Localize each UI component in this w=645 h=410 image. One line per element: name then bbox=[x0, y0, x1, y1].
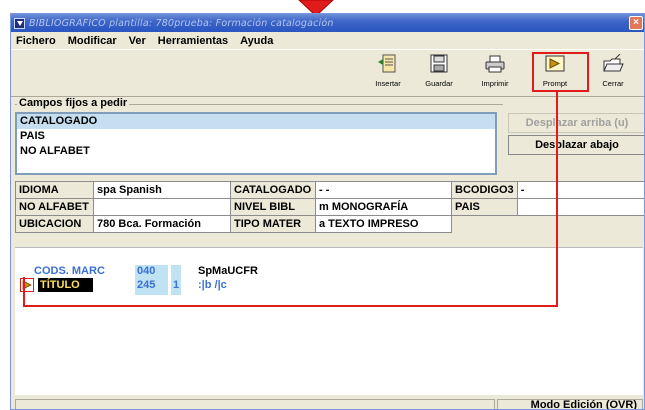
marc-tag[interactable]: 245 bbox=[137, 279, 155, 291]
field-value[interactable]: spa Spanish bbox=[93, 181, 231, 199]
field-value[interactable]: - bbox=[516, 181, 644, 199]
field-value[interactable] bbox=[93, 198, 231, 216]
table-row: UBICACION 780 Bca. Formación TIPO MATER … bbox=[15, 215, 645, 233]
insert-button[interactable]: Insertar bbox=[366, 52, 410, 94]
field-label: TIPO MATER bbox=[230, 215, 316, 233]
field-value[interactable]: - - bbox=[315, 181, 452, 199]
list-item[interactable]: NO ALFABET bbox=[17, 144, 495, 159]
close-button[interactable]: Cerrar bbox=[591, 52, 635, 94]
close-folder-icon bbox=[603, 53, 624, 72]
menu-ver[interactable]: Ver bbox=[129, 35, 146, 47]
title-bar: BIBLIOGRAFICO plantilla: 780prueba: Form… bbox=[11, 14, 644, 32]
table-row: IDIOMA spa Spanish CATALOGADO - - BCODIG… bbox=[15, 181, 644, 199]
menu-bar: Fichero Modificar Ver Herramientas Ayuda bbox=[11, 32, 644, 49]
status-mode: Modo Edición (OVR) bbox=[530, 399, 637, 410]
list-item[interactable]: CATALOGADO bbox=[17, 114, 495, 129]
save-button[interactable]: Guardar bbox=[417, 52, 461, 94]
insert-icon bbox=[378, 54, 396, 73]
campos-list[interactable]: CATALOGADO PAIS NO ALFABET bbox=[15, 112, 497, 175]
insert-label: Insertar bbox=[375, 79, 401, 88]
field-value[interactable]: 780 Bca. Formación bbox=[93, 215, 231, 233]
list-item[interactable]: PAIS bbox=[17, 129, 495, 144]
campos-group-label: Campos fijos a pedir bbox=[17, 97, 130, 109]
close-label: Cerrar bbox=[602, 79, 624, 88]
window-close-button[interactable]: × bbox=[629, 16, 643, 30]
marc-editor[interactable]: CODS. MARC 040 SpMaUCFR TÍTULO 245 1 :|b… bbox=[15, 247, 643, 395]
marc-label-cods: CODS. MARC bbox=[34, 265, 105, 277]
status-pane bbox=[15, 399, 495, 409]
move-up-button[interactable]: Desplazar arriba (u) bbox=[508, 113, 644, 133]
callout-line-horizontal bbox=[23, 305, 558, 307]
field-label: PAIS bbox=[451, 198, 518, 216]
table-row: NO ALFABET NIVEL BIBL m MONOGRAFÍA PAIS bbox=[15, 198, 644, 216]
print-label: Imprimir bbox=[481, 79, 509, 88]
marc-content[interactable]: SpMaUCFR bbox=[198, 265, 258, 277]
field-value[interactable]: m MONOGRAFÍA bbox=[315, 198, 452, 216]
save-icon bbox=[430, 54, 448, 73]
callout-line-vertical bbox=[556, 92, 558, 307]
marc-content[interactable]: :|b /|c bbox=[198, 279, 227, 291]
print-button[interactable]: Imprimir bbox=[473, 52, 517, 94]
move-down-button[interactable]: Desplazar abajo bbox=[508, 135, 644, 155]
main-window: BIBLIOGRAFICO plantilla: 780prueba: Form… bbox=[10, 13, 645, 410]
menu-ayuda[interactable]: Ayuda bbox=[240, 35, 273, 47]
menu-modificar[interactable]: Modificar bbox=[68, 35, 117, 47]
callout-line-left bbox=[23, 277, 25, 307]
field-value[interactable] bbox=[516, 198, 644, 216]
marc-indicator[interactable]: 1 bbox=[173, 279, 179, 291]
prompt-highlight-frame bbox=[532, 52, 589, 92]
marc-tag[interactable]: 040 bbox=[137, 265, 155, 277]
save-label: Guardar bbox=[425, 79, 453, 88]
menu-herramientas[interactable]: Herramientas bbox=[158, 35, 228, 47]
field-label: IDIOMA bbox=[15, 181, 94, 199]
field-value[interactable]: a TEXTO IMPRESO bbox=[315, 215, 452, 233]
field-label: UBICACION bbox=[15, 215, 94, 233]
app-icon bbox=[14, 17, 25, 29]
field-label: CATALOGADO bbox=[230, 181, 316, 199]
fixed-fields-grid: IDIOMA spa Spanish CATALOGADO - - BCODIG… bbox=[15, 181, 645, 233]
menu-fichero[interactable]: Fichero bbox=[16, 35, 56, 47]
marc-label-titulo: TÍTULO bbox=[38, 278, 93, 292]
field-label: NIVEL BIBL bbox=[230, 198, 316, 216]
window-title: BIBLIOGRAFICO plantilla: 780prueba: Form… bbox=[29, 17, 334, 29]
status-bar: Modo Edición (OVR) bbox=[15, 399, 643, 410]
print-icon bbox=[485, 55, 505, 73]
field-label: BCODIGO3 bbox=[451, 181, 518, 199]
field-label: NO ALFABET bbox=[15, 198, 94, 216]
